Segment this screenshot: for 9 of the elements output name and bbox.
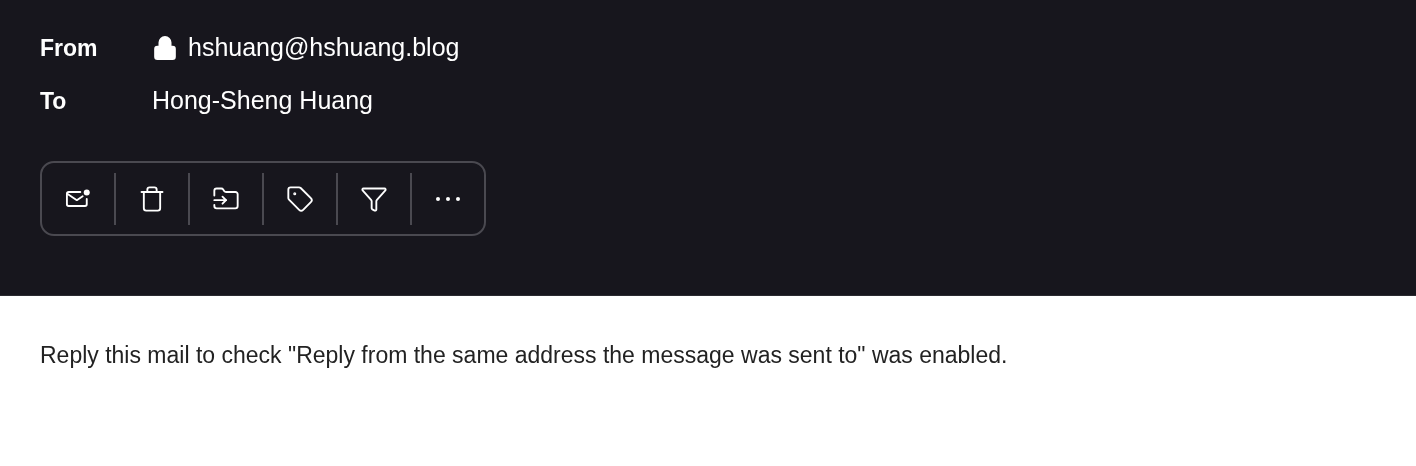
field-label: To	[40, 86, 68, 116]
field-value: hshuang@hshuang.blog	[188, 32, 460, 64]
tag-icon	[286, 184, 314, 213]
field-value: Hong-Sheng Huang	[152, 85, 373, 117]
field-label: From	[40, 33, 99, 63]
message-body: Reply this mail to check "Reply from the same address the message was sent to" was enabled.	[39, 341, 1009, 370]
trash-icon	[138, 184, 166, 213]
more-icon	[435, 195, 461, 202]
lock-icon	[152, 35, 178, 61]
